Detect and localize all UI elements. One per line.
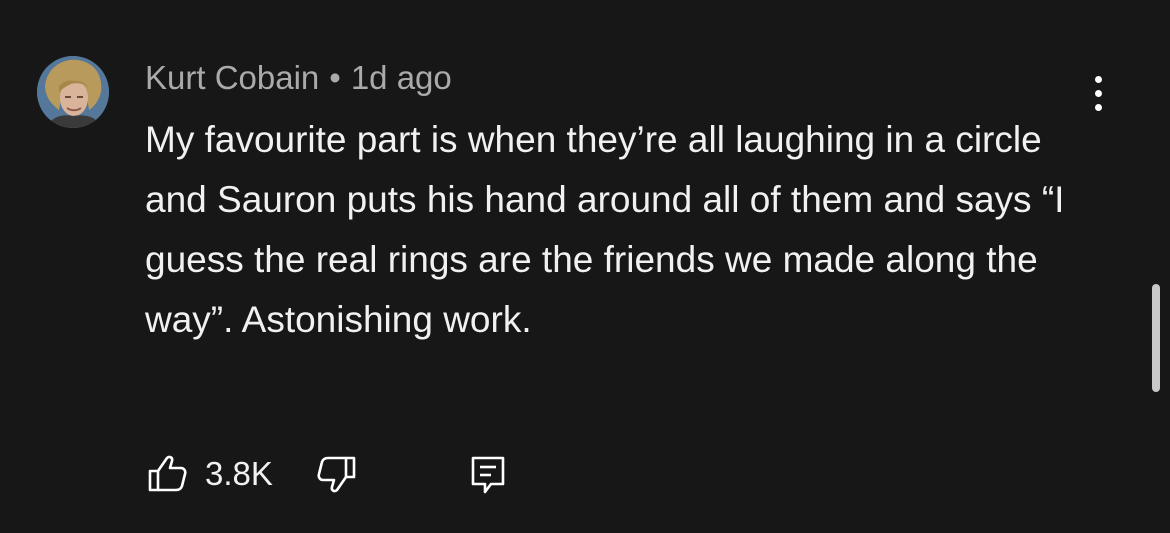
more-actions-button[interactable] [1080, 72, 1116, 116]
reply-icon [471, 456, 505, 494]
comment-timestamp[interactable]: 1d ago [351, 59, 452, 96]
thumbs-up-icon [148, 455, 187, 492]
comment-text: My favourite part is when they’re all la… [145, 119, 1065, 340]
avatar-image [37, 56, 109, 128]
scrollbar[interactable] [1152, 284, 1160, 392]
avatar[interactable] [37, 56, 109, 128]
thumbs-down-icon [317, 456, 356, 493]
meta-separator: • [329, 59, 341, 96]
reply-button[interactable] [467, 450, 511, 498]
like-button[interactable]: 3.8K [145, 450, 295, 498]
comment-meta: Kurt Cobain • 1d ago [145, 58, 452, 98]
author-name[interactable]: Kurt Cobain [145, 59, 319, 96]
dislike-button[interactable] [315, 450, 359, 498]
comment-thread: Kurt Cobain • 1d ago My favourite part is … [0, 0, 1170, 533]
like-count: 3.8K [205, 455, 273, 492]
